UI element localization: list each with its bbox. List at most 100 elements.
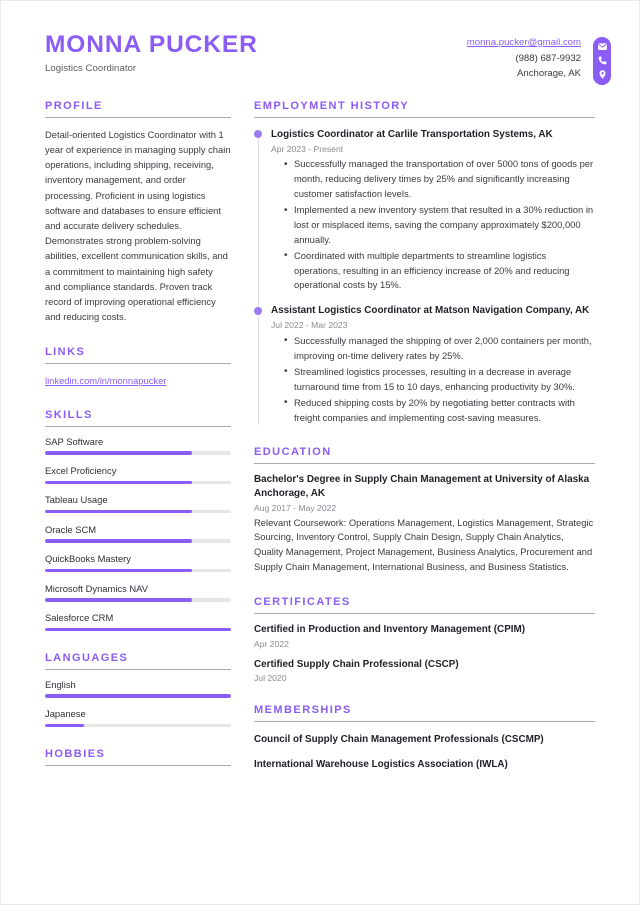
skill-row-fill [45, 480, 192, 484]
membership-item: Council of Supply Chain Management Profe… [254, 734, 544, 746]
skill-row-label: QuickBooks Mastery [45, 553, 131, 565]
employment-bullet: Successfully managed the shipping of ove… [284, 333, 595, 364]
contact-location: Anchorage, AK [516, 68, 581, 80]
location-pin-icon [597, 69, 608, 80]
section-rule [45, 425, 231, 427]
skills-list: SAP Software Excel Proficiency Tableau U… [45, 436, 231, 631]
skill-row-track [45, 568, 231, 573]
section-rule [45, 765, 231, 767]
language-row-fill [45, 723, 85, 728]
skill-row-fill [45, 451, 192, 455]
skill-row-label: Microsoft Dynamics NAV [45, 582, 148, 594]
membership-item: International Warehouse Logistics Associ… [254, 758, 508, 770]
section-hobbies: HOBBIES [45, 748, 231, 767]
section-rule [254, 721, 595, 723]
skill-row: Salesforce CRM [45, 612, 231, 631]
education-item: Bachelor's Degree in Supply Chain Manage… [254, 473, 595, 574]
certificate-item: Certified Supply Chain Professional (CSC… [254, 658, 595, 684]
skill-row: Microsoft Dynamics NAV [45, 583, 231, 602]
education-date: Aug 2017 - May 2022 [254, 503, 337, 514]
contact-phone: (988) 687-9932 [515, 52, 581, 64]
section-skills: SKILLS SAP Software Excel Proficiency Ta… [45, 409, 231, 631]
employment-timeline: Logistics Coordinator at Carlile Transpo… [254, 128, 595, 426]
section-title-links: LINKS [45, 345, 86, 358]
section-rule [45, 362, 231, 364]
section-memberships: MEMBERSHIPS Council of Supply Chain Mana… [254, 704, 595, 771]
language-row-track [45, 694, 231, 698]
contact-details: monna.pucker@gmail.com (988) 687-9932 An… [467, 31, 581, 82]
resume-page: MONNA PUCKER Logistics Coordinator monna… [0, 0, 640, 905]
section-title-profile: PROFILE [45, 99, 103, 112]
skill-row-track [45, 598, 231, 602]
section-title-memberships: MEMBERSHIPS [254, 704, 352, 717]
candidate-job-title: Logistics Coordinator [45, 63, 137, 75]
employment-date: Apr 2023 - Present [271, 143, 344, 154]
skill-row-fill [45, 539, 192, 543]
section-rule [45, 668, 231, 670]
section-title-employment: EMPLOYMENT HISTORY [254, 99, 410, 112]
contact-email[interactable]: monna.pucker@gmail.com [467, 35, 581, 51]
employment-bullet: Reduced shipping costs by 20% by negotia… [284, 395, 595, 426]
languages-list: English Japanese [45, 679, 231, 728]
timeline-dot-icon [254, 130, 262, 139]
language-row-label: English [45, 678, 76, 690]
candidate-name: MONNA PUCKER [45, 31, 258, 58]
employment-bullets: Successfully managed the shipping of ove… [284, 333, 595, 426]
section-rule [254, 463, 595, 465]
certificate-date: Apr 2022 [254, 638, 289, 649]
skill-row-track [45, 627, 231, 631]
section-title-education: EDUCATION [254, 446, 332, 459]
section-employment-history: EMPLOYMENT HISTORY Logistics Coordinator… [254, 100, 595, 426]
skill-row-label: Excel Proficiency [45, 465, 117, 477]
phone-icon [597, 55, 608, 66]
employment-bullet: Coordinated with multiple departments to… [284, 248, 595, 293]
skill-row: Excel Proficiency [45, 465, 231, 484]
resume-body: PROFILE Detail-oriented Logistics Coordi… [1, 100, 639, 793]
section-title-certificates: CERTIFICATES [254, 595, 351, 608]
skill-row-fill [45, 509, 192, 514]
link-item[interactable]: linkedin.com/in/monnapucker [45, 373, 231, 388]
timeline-dot-icon [254, 306, 262, 315]
education-list: Bachelor's Degree in Supply Chain Manage… [254, 473, 595, 574]
certificates-list: Certified in Production and Inventory Ma… [254, 623, 595, 684]
section-profile: PROFILE Detail-oriented Logistics Coordi… [45, 100, 231, 325]
skill-row-label: SAP Software [45, 435, 104, 447]
envelope-icon [597, 41, 608, 52]
skill-row: QuickBooks Mastery [45, 553, 231, 573]
employment-heading: Logistics Coordinator at Carlile Transpo… [271, 128, 553, 140]
section-education: EDUCATION Bachelor's Degree in Supply Ch… [254, 446, 595, 574]
skill-row-track [45, 509, 231, 514]
resume-header: MONNA PUCKER Logistics Coordinator monna… [1, 1, 639, 85]
skill-row: Tableau Usage [45, 494, 231, 514]
left-column: PROFILE Detail-oriented Logistics Coordi… [45, 100, 231, 788]
skill-row: SAP Software [45, 436, 231, 455]
employment-bullets: Successfully managed the transportation … [284, 157, 595, 293]
certificate-name: Certified in Production and Inventory Ma… [254, 623, 526, 635]
contact-icon-strip [593, 37, 611, 85]
employment-bullet: Streamlined logistics processes, resulti… [284, 364, 595, 395]
section-rule [254, 116, 595, 118]
section-certificates: CERTIFICATES Certified in Production and… [254, 595, 595, 684]
language-row: English [45, 679, 231, 698]
language-row-track [45, 723, 231, 728]
skill-row-fill [45, 627, 231, 631]
certificate-name: Certified Supply Chain Professional (CSC… [254, 658, 459, 670]
section-title-hobbies: HOBBIES [45, 748, 106, 761]
memberships-list: Council of Supply Chain Management Profe… [254, 733, 595, 771]
skill-row-track [45, 480, 231, 484]
employment-item: Assistant Logistics Coordinator at Matso… [254, 304, 595, 426]
skill-row-label: Salesforce CRM [45, 612, 114, 624]
section-title-skills: SKILLS [45, 408, 93, 421]
employment-bullet: Implemented a new inventory system that … [284, 203, 595, 247]
certificate-date: Jul 2020 [254, 673, 287, 684]
skill-row-track [45, 451, 231, 455]
right-column: EMPLOYMENT HISTORY Logistics Coordinator… [231, 100, 595, 793]
identity-block: MONNA PUCKER Logistics Coordinator [45, 31, 258, 74]
language-row: Japanese [45, 708, 231, 728]
employment-item: Logistics Coordinator at Carlile Transpo… [254, 128, 595, 294]
section-title-languages: LANGUAGES [45, 651, 129, 664]
education-description: Relevant Coursework: Operations Manageme… [254, 516, 594, 572]
skill-row: Oracle SCM [45, 524, 231, 543]
employment-bullet: Successfully managed the transportation … [284, 157, 595, 201]
section-languages: LANGUAGES English Japanese [45, 651, 231, 728]
